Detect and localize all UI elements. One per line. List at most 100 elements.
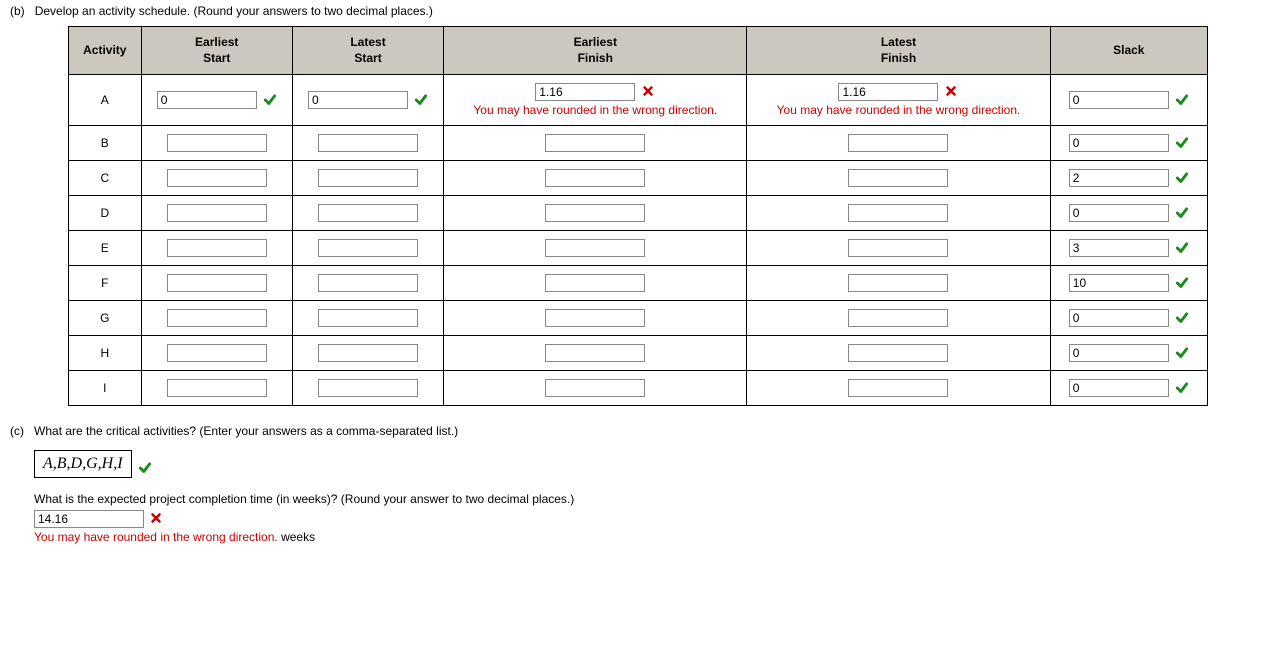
earliest-start-input[interactable]: [167, 239, 267, 257]
earliest-finish-input[interactable]: [545, 274, 645, 292]
part-b-label: (b): [10, 4, 25, 18]
table-row: I: [69, 371, 1208, 406]
slack-input[interactable]: [1069, 309, 1169, 327]
slack-cell: [1050, 266, 1207, 301]
latest-finish-input[interactable]: [848, 309, 948, 327]
earliest-finish-input[interactable]: [545, 134, 645, 152]
earliest-start-input[interactable]: [167, 204, 267, 222]
latest-finish-cell: You may have rounded in the wrong direct…: [747, 75, 1050, 126]
latest-finish-cell: [747, 196, 1050, 231]
part-b-text: Develop an activity schedule. (Round you…: [35, 4, 433, 18]
table-row: G: [69, 301, 1208, 336]
slack-cell: [1050, 301, 1207, 336]
part-b-prompt: (b) Develop an activity schedule. (Round…: [10, 4, 1266, 18]
latest-finish-input[interactable]: [848, 134, 948, 152]
latest-start-cell: [292, 301, 443, 336]
earliest-start-input[interactable]: [167, 134, 267, 152]
latest-finish-cell: [747, 336, 1050, 371]
earliest-finish-input[interactable]: [535, 83, 635, 101]
earliest-start-input[interactable]: [167, 379, 267, 397]
earliest-start-cell: [141, 126, 292, 161]
latest-start-input[interactable]: [308, 91, 408, 109]
slack-input[interactable]: [1069, 134, 1169, 152]
latest-finish-input[interactable]: [848, 169, 948, 187]
activity-schedule-table: Activity EarliestStart LatestStart Earli…: [68, 26, 1208, 406]
earliest-finish-cell: [444, 301, 747, 336]
latest-start-cell: [292, 126, 443, 161]
slack-cell: [1050, 336, 1207, 371]
slack-input[interactable]: [1069, 169, 1169, 187]
earliest-finish-input[interactable]: [545, 169, 645, 187]
slack-cell: [1050, 231, 1207, 266]
check-icon: [138, 461, 152, 475]
earliest-start-input[interactable]: [167, 169, 267, 187]
latest-start-input[interactable]: [318, 134, 418, 152]
feedback-text: You may have rounded in the wrong direct…: [473, 103, 717, 117]
part-c-label: (c): [10, 424, 24, 438]
latest-start-input[interactable]: [318, 309, 418, 327]
latest-start-input[interactable]: [318, 344, 418, 362]
header-latest-start: LatestStart: [292, 27, 443, 75]
header-activity: Activity: [69, 27, 142, 75]
slack-input[interactable]: [1069, 344, 1169, 362]
slack-input[interactable]: [1069, 91, 1169, 109]
header-latest-start-text: LatestStart: [350, 35, 385, 65]
earliest-finish-input[interactable]: [545, 239, 645, 257]
check-icon: [414, 93, 428, 107]
latest-finish-cell: [747, 371, 1050, 406]
table-row: E: [69, 231, 1208, 266]
activity-label: G: [69, 301, 142, 336]
slack-cell: [1050, 161, 1207, 196]
check-icon: [1175, 276, 1189, 290]
latest-finish-input[interactable]: [848, 274, 948, 292]
latest-finish-cell: [747, 301, 1050, 336]
activity-label: A: [69, 75, 142, 126]
slack-input[interactable]: [1069, 379, 1169, 397]
slack-input[interactable]: [1069, 204, 1169, 222]
earliest-finish-input[interactable]: [545, 204, 645, 222]
slack-cell: [1050, 196, 1207, 231]
latest-start-cell: [292, 371, 443, 406]
cross-icon: [944, 85, 958, 99]
slack-input[interactable]: [1069, 239, 1169, 257]
earliest-finish-input[interactable]: [545, 379, 645, 397]
latest-start-input[interactable]: [318, 379, 418, 397]
latest-finish-input[interactable]: [848, 379, 948, 397]
latest-start-cell: [292, 266, 443, 301]
earliest-finish-input[interactable]: [545, 309, 645, 327]
cross-icon: [150, 512, 164, 526]
activity-label: B: [69, 126, 142, 161]
earliest-finish-input[interactable]: [545, 344, 645, 362]
table-row: H: [69, 336, 1208, 371]
activity-label: H: [69, 336, 142, 371]
completion-time-input[interactable]: [34, 510, 144, 528]
earliest-finish-cell: [444, 371, 747, 406]
earliest-start-input[interactable]: [157, 91, 257, 109]
earliest-start-input[interactable]: [167, 344, 267, 362]
earliest-start-cell: [141, 75, 292, 126]
earliest-finish-cell: [444, 336, 747, 371]
latest-finish-cell: [747, 231, 1050, 266]
latest-start-input[interactable]: [318, 204, 418, 222]
earliest-start-input[interactable]: [167, 309, 267, 327]
latest-finish-cell: [747, 126, 1050, 161]
latest-start-cell: [292, 196, 443, 231]
latest-finish-input[interactable]: [848, 204, 948, 222]
latest-start-input[interactable]: [318, 239, 418, 257]
latest-finish-input[interactable]: [848, 344, 948, 362]
latest-start-input[interactable]: [318, 169, 418, 187]
latest-start-input[interactable]: [318, 274, 418, 292]
check-icon: [1175, 206, 1189, 220]
header-latest-finish: LatestFinish: [747, 27, 1050, 75]
earliest-start-cell: [141, 161, 292, 196]
latest-finish-input[interactable]: [838, 83, 938, 101]
earliest-start-input[interactable]: [167, 274, 267, 292]
latest-finish-input[interactable]: [848, 239, 948, 257]
latest-start-cell: [292, 231, 443, 266]
critical-activities-answer: A,B,D,G,H,I: [34, 450, 132, 478]
latest-finish-cell: [747, 161, 1050, 196]
slack-input[interactable]: [1069, 274, 1169, 292]
part-c-completion-prompt: What is the expected project completion …: [34, 492, 1266, 506]
cross-icon: [641, 85, 655, 99]
earliest-finish-cell: [444, 196, 747, 231]
